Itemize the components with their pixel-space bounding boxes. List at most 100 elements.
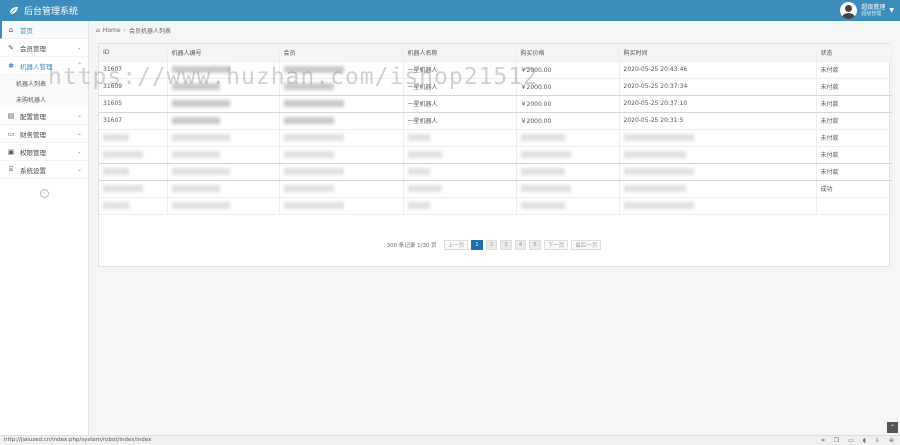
- cell-robot-code: [167, 112, 280, 130]
- table-row[interactable]: 未付款: [99, 163, 892, 181]
- sidebar-subitem-unbought-robots[interactable]: 未购机器人: [0, 91, 88, 107]
- redacted-block: [623, 202, 694, 209]
- copy-icon[interactable]: ❐: [834, 437, 839, 445]
- chevron-down-icon: ⌄: [76, 148, 82, 155]
- sound-icon[interactable]: ◖: [863, 437, 866, 445]
- cell-id: 31607: [99, 61, 168, 79]
- column-header-member[interactable]: 会员: [279, 44, 404, 62]
- table-row[interactable]: 未付款: [99, 146, 892, 164]
- page-button[interactable]: 3: [500, 240, 512, 250]
- sidebar-item-label: 系统设置: [20, 166, 46, 175]
- user-name: 超级管理: [861, 3, 886, 11]
- cell-robot-code: [167, 129, 280, 147]
- cell-id: [99, 146, 168, 164]
- cell-time: [619, 197, 817, 215]
- sidebar-item-finance[interactable]: ▭ 财务管理 ⌄: [0, 125, 88, 143]
- redacted-block: [283, 83, 334, 90]
- cell-member: [279, 112, 404, 130]
- chevron-down-icon: ⌄: [76, 166, 82, 173]
- window-icon[interactable]: ▭: [848, 437, 854, 445]
- column-header-robot-code[interactable]: 机器人编号: [167, 44, 280, 62]
- finance-icon: ▭: [7, 129, 15, 138]
- app-title: 后台管理系统: [24, 7, 79, 17]
- redacted-block: [520, 185, 571, 192]
- cell-robot-code: [167, 61, 280, 79]
- cell-time: [619, 163, 817, 181]
- crop-icon[interactable]: ⌗: [821, 437, 824, 445]
- zoom-icon[interactable]: ⊕: [889, 437, 894, 445]
- cell-robot-code: [167, 180, 280, 198]
- download-icon[interactable]: ⇩: [875, 437, 880, 445]
- cell-status: 未付款: [816, 129, 892, 147]
- table-row[interactable]: [99, 197, 892, 215]
- sidebar-item-settings[interactable]: ⌸ 系统设置 ⌄: [0, 161, 88, 179]
- cell-member: [279, 197, 404, 215]
- cell-robot-code: [167, 146, 280, 164]
- page-button[interactable]: 4: [514, 240, 527, 250]
- table-row[interactable]: 31607 一星机器人 ￥2000.00 2020-05-25 20:43:46 未付款: [99, 61, 892, 79]
- cell-member: [279, 180, 404, 198]
- cell-member: [279, 78, 404, 96]
- brand[interactable]: 后台管理系统: [8, 4, 78, 17]
- table-row[interactable]: 未付款: [99, 129, 892, 147]
- sidebar-item-label: 会员管理: [20, 44, 46, 53]
- chevron-down-icon: ⌄: [76, 112, 82, 119]
- redacted-block: [407, 185, 442, 192]
- cell-time: 2020-05-25 20:37:10: [619, 95, 817, 113]
- redacted-block: [283, 151, 334, 158]
- cell-status: 未付款: [816, 78, 892, 96]
- page-button[interactable]: 2: [485, 240, 498, 250]
- redacted-block: [103, 151, 143, 158]
- collapse-sidebar-button[interactable]: ‹: [40, 189, 49, 198]
- cell-id: 31607: [99, 112, 168, 130]
- scroll-to-top-button[interactable]: ⌃: [887, 422, 898, 433]
- redacted-block: [171, 83, 220, 90]
- sidebar-item-permissions[interactable]: ▣ 权限管理 ⌄: [0, 143, 88, 161]
- sidebar: ⌂ 首页 ✎ 会员管理 ⌄ ✱ 机器人管理 ⌃ 机器人列表 未购机器人 ▤ 配置…: [0, 21, 89, 445]
- redacted-block: [103, 134, 129, 141]
- content-panel: ID 机器人编号 会员 机器人名称 购买价格 购买时间 状态 31607 一星机器…: [98, 43, 892, 267]
- user-menu[interactable]: 超级管理 超级管理 ▼: [840, 1, 894, 20]
- cell-robot-name: [403, 163, 517, 181]
- table-row[interactable]: 31609 一星机器人 ￥2000.00 2020-05-25 20:37:34 未付款: [99, 78, 892, 96]
- sidebar-item-config[interactable]: ▤ 配置管理 ⌄: [0, 107, 88, 125]
- last-page-button[interactable]: 最后一页: [571, 240, 602, 250]
- table-row[interactable]: 31607 一星机器人 ￥2000.00 2020-05-25 20:31:5 未付款: [99, 112, 892, 130]
- cell-price: [516, 129, 620, 147]
- cell-status: 成功: [816, 180, 892, 198]
- breadcrumb-home[interactable]: Home: [103, 27, 121, 34]
- column-header-time[interactable]: 购买时间: [619, 44, 817, 62]
- table-row[interactable]: 成功: [99, 180, 892, 198]
- sidebar-item-home[interactable]: ⌂ 首页: [0, 21, 88, 39]
- sidebar-item-robots[interactable]: ✱ 机器人管理 ⌃: [0, 57, 88, 75]
- chevron-down-icon: ⌄: [76, 44, 82, 51]
- sidebar-subitem-robot-list[interactable]: 机器人列表: [0, 75, 88, 91]
- column-header-robot-name[interactable]: 机器人名称: [403, 44, 517, 62]
- column-header-price[interactable]: 购买价格: [516, 44, 620, 62]
- cell-id: 31609: [99, 78, 168, 96]
- page-button[interactable]: 1: [471, 240, 483, 250]
- table-row[interactable]: 31605 一星机器人 ￥2000.00 2020-05-25 20:37:10 未付款: [99, 95, 892, 113]
- cell-id: [99, 163, 168, 181]
- redacted-block: [171, 168, 230, 175]
- redacted-block: [283, 100, 344, 107]
- sidebar-item-members[interactable]: ✎ 会员管理 ⌄: [0, 39, 88, 57]
- cell-price: [516, 197, 620, 215]
- column-header-id[interactable]: ID: [99, 44, 168, 62]
- cell-robot-name: [403, 197, 517, 215]
- cell-status: 未付款: [816, 95, 892, 113]
- cell-member: [279, 146, 404, 164]
- cell-robot-code: [167, 197, 280, 215]
- prev-page-button[interactable]: 上一页: [443, 240, 469, 250]
- page-button[interactable]: 5: [529, 240, 541, 250]
- redacted-block: [171, 100, 230, 107]
- cell-member: [279, 129, 404, 147]
- table-header-row: ID 机器人编号 会员 机器人名称 购买价格 购买时间 状态: [99, 44, 892, 62]
- top-bar: 后台管理系统 超级管理 超级管理 ▼: [0, 0, 900, 21]
- redacted-block: [407, 134, 430, 141]
- sidebar-item-label: 权限管理: [20, 148, 46, 157]
- column-header-status[interactable]: 状态: [816, 44, 892, 62]
- cell-status: 未付款: [816, 163, 892, 181]
- next-page-button[interactable]: 下一页: [543, 240, 569, 250]
- redacted-block: [283, 185, 334, 192]
